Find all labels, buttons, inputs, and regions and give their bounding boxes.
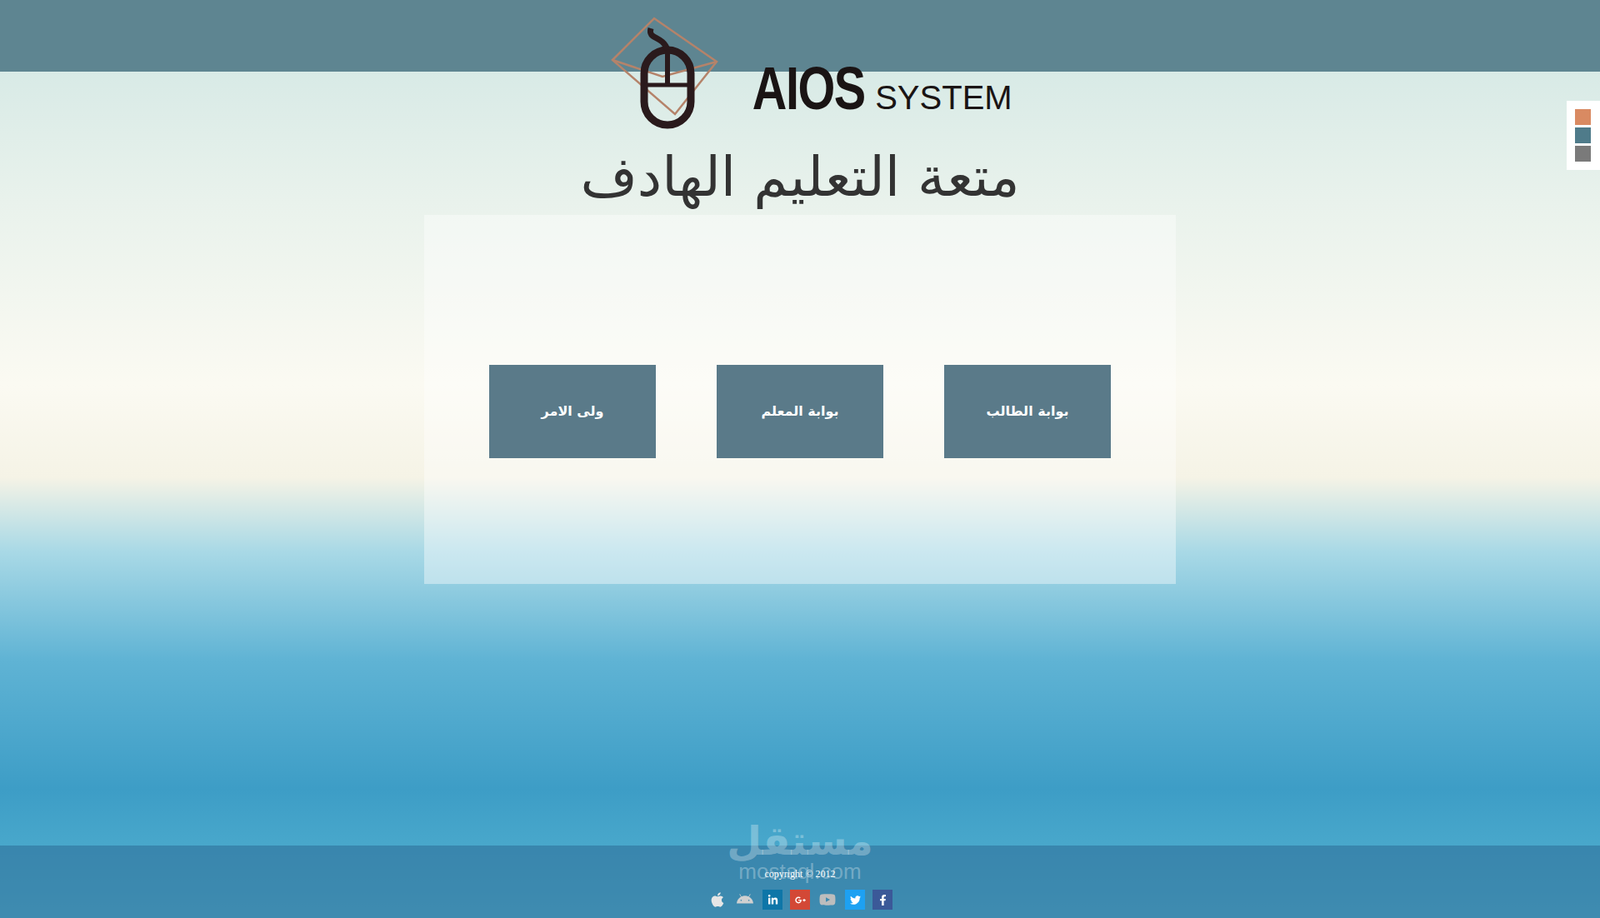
apple-icon[interactable]	[707, 890, 728, 910]
twitter-icon[interactable]	[845, 890, 865, 910]
android-icon[interactable]	[735, 890, 755, 910]
theme-swatch[interactable]	[1575, 145, 1591, 162]
theme-swatch[interactable]	[1575, 109, 1591, 125]
theme-switcher	[1566, 100, 1600, 170]
facebook-icon[interactable]	[872, 890, 893, 910]
linkedin-icon[interactable]	[762, 890, 783, 910]
footer: copyright © 2012مستقلmostaql.com	[0, 845, 1600, 918]
copyright: copyright © 2012	[764, 866, 835, 882]
watermark: مستقلmostaql.com	[726, 820, 874, 883]
portal-panel: بوابة الطالب بوابة المعلم ولى الامر	[424, 215, 1176, 585]
logo-primary: AIOS	[752, 58, 865, 119]
portal-button[interactable]: بوابة المعلم	[716, 365, 884, 459]
logo[interactable]: AIOS SYSTEM	[0, 10, 1600, 134]
youtube-icon[interactable]	[817, 890, 838, 910]
mouse-logo-icon	[604, 10, 721, 134]
logo-secondary: SYSTEM	[875, 80, 1012, 115]
landing-page: AIOSSYSTEMمتعة التعليم الهادفبوابة الطال…	[0, 0, 1600, 918]
social-links	[707, 890, 893, 910]
headline: متعة التعليم الهادف	[0, 141, 1600, 214]
googleplus-icon[interactable]	[790, 890, 810, 910]
portal-button[interactable]: بوابة الطالب	[944, 365, 1111, 459]
portal-button[interactable]: ولى الامر	[489, 365, 656, 459]
theme-swatch[interactable]	[1575, 127, 1591, 144]
